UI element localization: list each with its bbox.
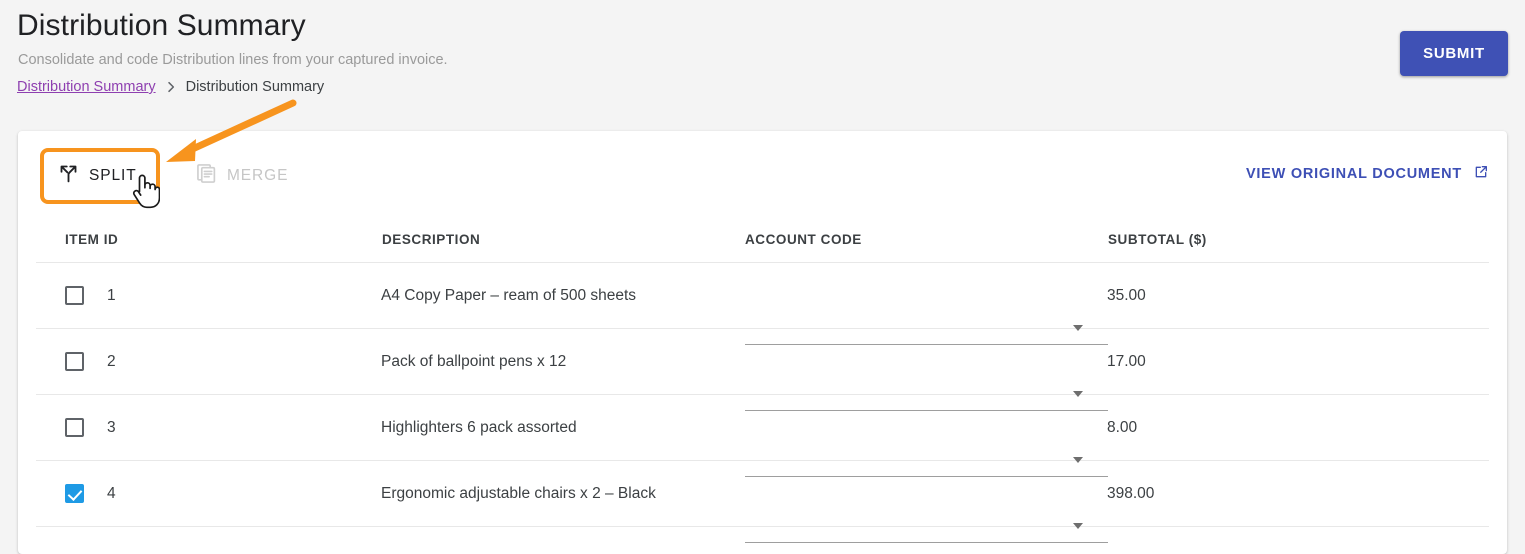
merge-button: MERGE: [186, 156, 298, 196]
cell-subtotal: 35.00: [1107, 286, 1489, 306]
row-checkbox[interactable]: [65, 418, 84, 437]
cell-item-id: 4: [36, 484, 381, 504]
page-subtitle: Consolidate and code Distribution lines …: [18, 51, 448, 69]
cell-subtotal: 17.00: [1107, 352, 1489, 372]
call-split-icon: [58, 163, 79, 189]
row-checkbox[interactable]: [65, 286, 84, 305]
account-code-dropdown[interactable]: [745, 510, 1108, 543]
cell-item-id: 3: [36, 418, 381, 438]
breadcrumb-current: Distribution Summary: [186, 78, 325, 96]
item-id-value: 3: [107, 418, 116, 438]
cell-description: Pack of ballpoint pens x 12: [381, 352, 744, 372]
distribution-card: SPLIT MERGE VIEW ORIGINAL DOCUMENT: [18, 131, 1507, 554]
view-original-document-label: VIEW ORIGINAL DOCUMENT: [1246, 166, 1462, 182]
column-header-item-id: ITEM ID: [36, 232, 381, 247]
merge-button-label: MERGE: [227, 167, 288, 185]
row-checkbox[interactable]: [65, 484, 84, 503]
split-button-label: SPLIT: [89, 167, 137, 185]
submit-button[interactable]: SUBMIT: [1400, 31, 1508, 76]
column-header-subtotal: SUBTOTAL ($): [1107, 232, 1489, 247]
cell-description: A4 Copy Paper – ream of 500 sheets: [381, 286, 744, 306]
column-header-account-code: ACCOUNT CODE: [744, 232, 1107, 247]
cell-subtotal: 398.00: [1107, 484, 1489, 504]
table-row: 4 Ergonomic adjustable chairs x 2 – Blac…: [36, 461, 1489, 527]
row-checkbox[interactable]: [65, 352, 84, 371]
table-row: 2 Pack of ballpoint pens x 12 17.00: [36, 329, 1489, 395]
item-id-value: 1: [107, 286, 116, 306]
item-id-value: 4: [107, 484, 116, 504]
item-id-value: 2: [107, 352, 116, 372]
table-toolbar: SPLIT MERGE VIEW ORIGINAL DOCUMENT: [18, 131, 1507, 207]
breadcrumb: Distribution Summary Distribution Summar…: [17, 78, 324, 96]
cell-description: Ergonomic adjustable chairs x 2 – Black: [381, 484, 744, 504]
chevron-down-icon: [1073, 523, 1083, 529]
cell-description: Highlighters 6 pack assorted: [381, 418, 744, 438]
column-header-description: DESCRIPTION: [381, 232, 744, 247]
view-original-document-link[interactable]: VIEW ORIGINAL DOCUMENT: [1246, 164, 1489, 184]
page-title: Distribution Summary: [17, 7, 306, 45]
content-copy-icon: [196, 163, 217, 189]
cell-subtotal: 8.00: [1107, 418, 1489, 438]
breadcrumb-link-distribution-summary[interactable]: Distribution Summary: [17, 78, 156, 96]
cell-item-id: 2: [36, 352, 381, 372]
cell-item-id: 1: [36, 286, 381, 306]
distribution-table: ITEM ID DESCRIPTION ACCOUNT CODE SUBTOTA…: [36, 207, 1489, 527]
chevron-right-icon: [164, 80, 178, 94]
page-header: Distribution Summary Consolidate and cod…: [0, 0, 1525, 118]
open-in-new-icon: [1473, 164, 1489, 184]
table-row: 1 A4 Copy Paper – ream of 500 sheets 35.…: [36, 263, 1489, 329]
table-row: 3 Highlighters 6 pack assorted 8.00: [36, 395, 1489, 461]
table-header-row: ITEM ID DESCRIPTION ACCOUNT CODE SUBTOTA…: [36, 207, 1489, 263]
split-button[interactable]: SPLIT: [48, 156, 147, 196]
